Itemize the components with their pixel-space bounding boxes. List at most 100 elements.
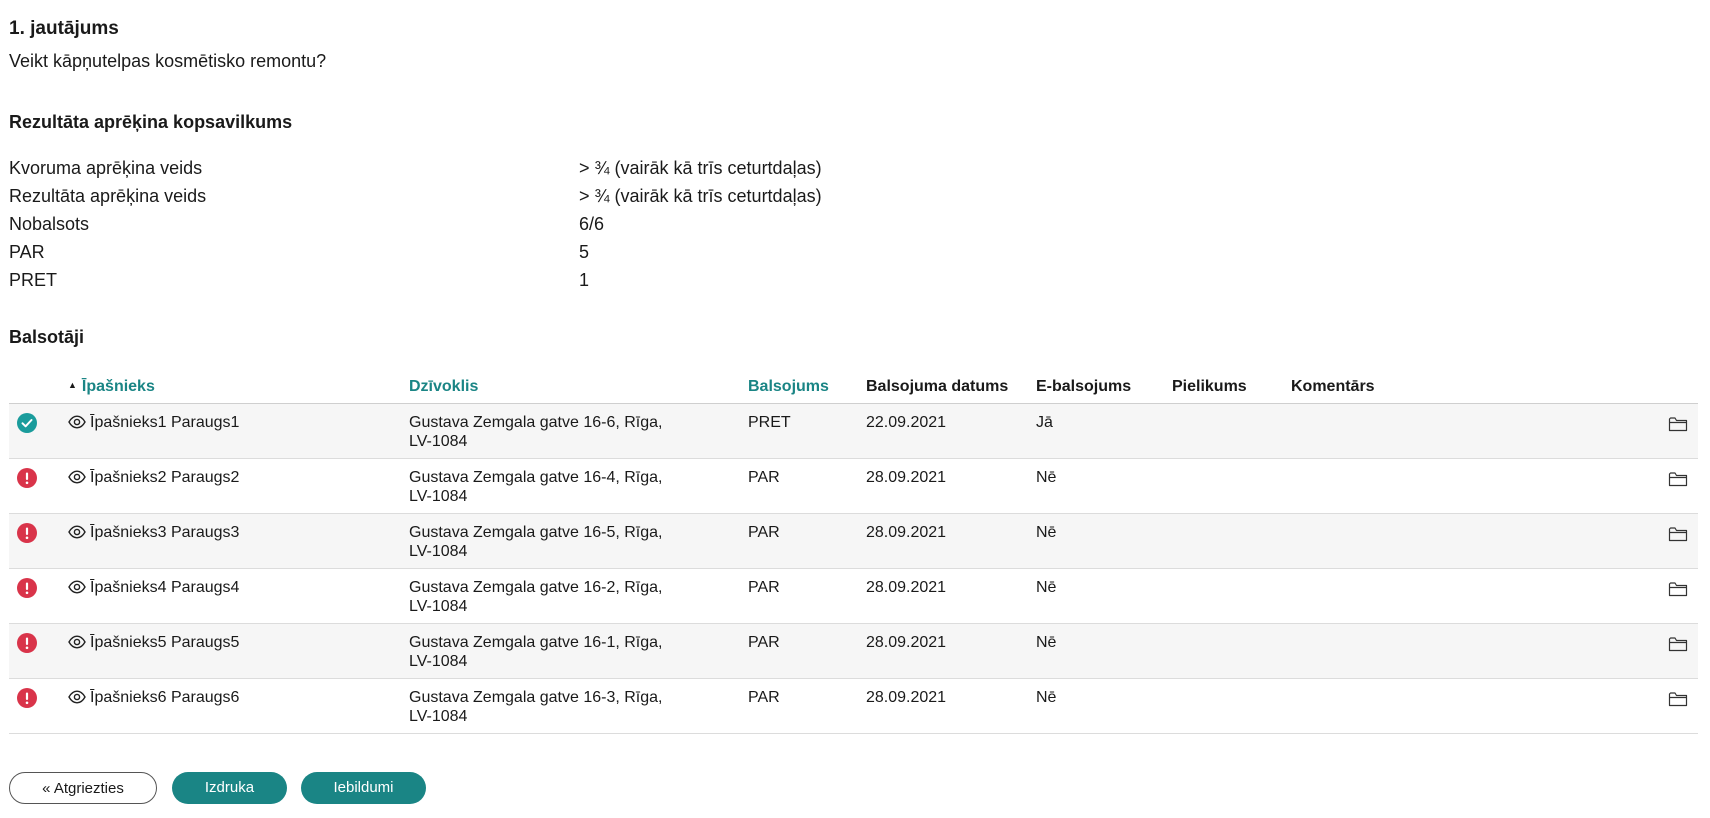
owner-cell: Īpašnieks5 Paraugs5: [68, 623, 409, 679]
evote-cell: Nē: [1036, 678, 1172, 734]
exclamation-circle-icon: [17, 468, 37, 488]
eye-icon[interactable]: [68, 580, 86, 594]
column-owner-label: Īpašnieks: [81, 377, 155, 395]
column-evote: E-balsojums: [1036, 370, 1172, 404]
status-cell: [9, 678, 68, 734]
vote-cell: PAR: [748, 623, 866, 679]
summary-table: Kvoruma aprēķina veids > ¾ (vairāk kā tr…: [9, 154, 909, 294]
summary-label: Nobalsots: [9, 214, 90, 234]
summary-row: PRET 1: [9, 266, 909, 294]
folder-icon[interactable]: [1668, 581, 1688, 597]
summary-label: Rezultāta aprēķina veids: [9, 186, 207, 206]
attachment-cell: [1172, 678, 1291, 734]
table-row: Īpašnieks5 Paraugs5 Gustava Zemgala gatve…: [9, 623, 1698, 679]
evote-cell: Nē: [1036, 513, 1172, 569]
flat-cell: Gustava Zemgala gatve 16-1, Rīga, LV-108…: [409, 623, 748, 679]
owner-name: Īpašnieks5 Paraugs5: [90, 634, 240, 651]
folder-icon[interactable]: [1668, 471, 1688, 487]
date-cell: 28.09.2021: [866, 623, 1036, 679]
objections-button[interactable]: Iebildumi: [301, 772, 426, 804]
owner-name: Īpašnieks1 Paraugs1: [90, 414, 240, 431]
owner-cell: Īpašnieks1 Paraugs1: [68, 403, 409, 459]
owner-cell: Īpašnieks2 Paraugs2: [68, 458, 409, 514]
status-cell: [9, 568, 68, 624]
back-button[interactable]: « Atgriezties: [9, 772, 157, 804]
eye-icon[interactable]: [68, 470, 86, 484]
sort-ascending-icon: ▲: [68, 379, 77, 390]
evote-cell: Nē: [1036, 623, 1172, 679]
print-button[interactable]: Izdruka: [172, 772, 287, 804]
voters-title: Balsotāji: [9, 327, 85, 347]
owner-name: Īpašnieks4 Paraugs4: [90, 579, 240, 596]
table-row: Īpašnieks3 Paraugs3 Gustava Zemgala gatve…: [9, 513, 1698, 569]
question-text: Veikt kāpņutelpas kosmētisko remontu?: [9, 51, 327, 71]
question-title: 1. jautājums: [9, 18, 119, 39]
status-cell: [9, 458, 68, 514]
owner-cell: Īpašnieks3 Paraugs3: [68, 513, 409, 569]
summary-label: PRET: [9, 270, 58, 290]
attachment-cell: [1172, 513, 1291, 569]
date-cell: 28.09.2021: [866, 568, 1036, 624]
column-status: [9, 370, 68, 404]
date-cell: 28.09.2021: [866, 513, 1036, 569]
summary-row: Kvoruma aprēķina veids > ¾ (vairāk kā tr…: [9, 154, 909, 182]
vote-cell: PAR: [748, 568, 866, 624]
summary-label: PAR: [9, 242, 45, 262]
column-vote[interactable]: Balsojums: [748, 370, 866, 404]
evote-cell: Jā: [1036, 403, 1172, 459]
attachment-cell: [1172, 568, 1291, 624]
flat-cell: Gustava Zemgala gatve 16-2, Rīga, LV-108…: [409, 568, 748, 624]
action-cell: [1611, 458, 1698, 514]
flat-cell: Gustava Zemgala gatve 16-4, Rīga, LV-108…: [409, 458, 748, 514]
table-header-row: ▲ Īpašnieks Dzīvoklis Balsojums Balsojuma…: [9, 370, 1698, 404]
owner-name: Īpašnieks3 Paraugs3: [90, 524, 240, 541]
exclamation-circle-icon: [17, 688, 37, 708]
attachment-cell: [1172, 403, 1291, 459]
eye-icon[interactable]: [68, 690, 86, 704]
exclamation-circle-icon: [17, 633, 37, 653]
column-owner[interactable]: ▲ Īpašnieks: [68, 370, 409, 404]
folder-icon[interactable]: [1668, 691, 1688, 707]
check-circle-icon: [17, 413, 37, 433]
exclamation-circle-icon: [17, 523, 37, 543]
owner-name: Īpašnieks2 Paraugs2: [90, 469, 240, 486]
table-row: Īpašnieks1 Paraugs1 Gustava Zemgala gatve…: [9, 403, 1698, 459]
evote-cell: Nē: [1036, 568, 1172, 624]
table-row: Īpašnieks6 Paraugs6 Gustava Zemgala gatve…: [9, 678, 1698, 734]
action-cell: [1611, 678, 1698, 734]
column-flat[interactable]: Dzīvoklis: [409, 370, 748, 404]
summary-value: > ¾ (vairāk kā trīs ceturtdaļas): [579, 186, 822, 206]
summary-title: Rezultāta aprēķina kopsavilkums: [9, 112, 293, 132]
column-date: Balsojuma datums: [866, 370, 1036, 404]
summary-row: PAR 5: [9, 238, 909, 266]
summary-value: > ¾ (vairāk kā trīs ceturtdaļas): [579, 158, 822, 178]
comment-cell: [1291, 623, 1611, 679]
table-row: Īpašnieks4 Paraugs4 Gustava Zemgala gatve…: [9, 568, 1698, 624]
evote-cell: Nē: [1036, 458, 1172, 514]
action-cell: [1611, 513, 1698, 569]
status-cell: [9, 403, 68, 459]
owner-name: Īpašnieks6 Paraugs6: [90, 689, 240, 706]
eye-icon[interactable]: [68, 635, 86, 649]
eye-icon[interactable]: [68, 415, 86, 429]
eye-icon[interactable]: [68, 525, 86, 539]
date-cell: 22.09.2021: [866, 403, 1036, 459]
vote-cell: PAR: [748, 513, 866, 569]
column-comment: Komentārs: [1291, 370, 1611, 404]
comment-cell: [1291, 403, 1611, 459]
vote-cell: PAR: [748, 678, 866, 734]
table-row: Īpašnieks2 Paraugs2 Gustava Zemgala gatve…: [9, 458, 1698, 514]
owner-cell: Īpašnieks6 Paraugs6: [68, 678, 409, 734]
flat-cell: Gustava Zemgala gatve 16-6, Rīga, LV-108…: [409, 403, 748, 459]
action-cell: [1611, 568, 1698, 624]
summary-label: Kvoruma aprēķina veids: [9, 158, 203, 178]
summary-value: 1: [579, 270, 590, 290]
attachment-cell: [1172, 623, 1291, 679]
vote-cell: PAR: [748, 458, 866, 514]
folder-icon[interactable]: [1668, 526, 1688, 542]
folder-icon[interactable]: [1668, 636, 1688, 652]
voters-table: ▲ Īpašnieks Dzīvoklis Balsojums Balsojuma…: [9, 370, 1698, 734]
status-cell: [9, 513, 68, 569]
folder-icon[interactable]: [1668, 416, 1688, 432]
summary-row: Rezultāta aprēķina veids > ¾ (vairāk kā …: [9, 182, 909, 210]
